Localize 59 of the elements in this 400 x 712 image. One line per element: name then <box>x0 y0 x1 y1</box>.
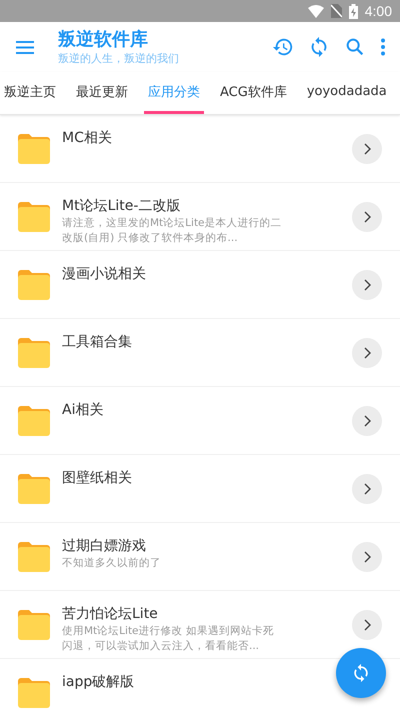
folder-icon <box>18 202 50 232</box>
chevron-icon <box>364 278 370 290</box>
folder-icon <box>18 474 50 504</box>
folder-row[interactable]: Ai相关 <box>0 387 400 455</box>
status-time: 4:00 <box>364 3 392 19</box>
folder-icon <box>18 610 50 640</box>
open-button[interactable] <box>352 610 382 640</box>
folder-row[interactable]: 工具箱合集 <box>0 319 400 387</box>
chevron-icon <box>364 482 370 494</box>
folder-row[interactable]: 漫画小说相关 <box>0 251 400 319</box>
folder-row[interactable]: Mt论坛Lite-二改版 请注意，这里发的Mt论坛Lite是本人进行的二改版(自用) 只修改了软件本身的布... <box>0 183 400 251</box>
folder-icon <box>18 542 50 572</box>
folder-icon <box>18 406 50 436</box>
folder-title: 工具箱合集 <box>62 333 132 352</box>
app-subtitle: 叛逆的人生，叛逆的我们 <box>58 50 180 66</box>
folder-title: iapp破解版 <box>62 673 134 692</box>
tab[interactable]: 最近更新 <box>72 72 132 114</box>
folder-row[interactable]: 过期白嫖游戏 不知道多久以前的了 <box>0 523 400 591</box>
tab[interactable]: ACG软件库 <box>216 72 291 114</box>
folder-icon <box>18 134 50 164</box>
folder-title: 图壁纸相关 <box>62 469 132 488</box>
folder-title: 漫画小说相关 <box>62 265 146 284</box>
folder-title: Mt论坛Lite-二改版 <box>62 197 180 216</box>
more-icon[interactable] <box>380 38 386 56</box>
tab[interactable]: 叛逆主页 <box>0 72 60 114</box>
chevron-icon <box>364 142 370 154</box>
open-button[interactable] <box>352 542 382 572</box>
menu-icon[interactable] <box>16 40 34 54</box>
chevron-icon <box>364 210 370 222</box>
folder-icon <box>18 270 50 300</box>
folder-title: MC相关 <box>62 129 112 148</box>
folder-description: 使用Mt论坛Lite进行修改 如果遇到网站卡死闪退，可以尝试加入云注入，看看能否... <box>62 624 275 654</box>
app-title: 叛逆软件库 <box>58 28 149 50</box>
open-button[interactable] <box>352 134 382 164</box>
folder-icon <box>18 678 50 708</box>
folder-title: Ai相关 <box>62 401 104 420</box>
open-button[interactable] <box>352 270 382 300</box>
chevron-icon <box>364 550 370 562</box>
open-button[interactable] <box>352 202 382 232</box>
chevron-icon <box>364 414 370 426</box>
refresh-button[interactable] <box>336 648 386 698</box>
open-button[interactable] <box>352 338 382 368</box>
battery-icon <box>348 4 358 18</box>
chevron-icon <box>364 346 370 358</box>
no-sim-icon <box>330 4 342 18</box>
wifi-icon <box>308 4 324 18</box>
folder-icon <box>18 338 50 368</box>
tab[interactable]: yoyodadada <box>302 72 391 114</box>
folder-title: 苦力怕论坛Lite <box>62 605 158 624</box>
folder-description: 不知道多久以前的了 <box>62 556 162 571</box>
folder-row[interactable]: 图壁纸相关 <box>0 455 400 523</box>
history-icon[interactable] <box>272 36 294 58</box>
folder-row[interactable]: MC相关 <box>0 115 400 183</box>
open-button[interactable] <box>352 406 382 436</box>
folder-description: 请注意，这里发的Mt论坛Lite是本人进行的二改版(自用) 只修改了软件本身的布... <box>62 216 283 246</box>
search-icon[interactable] <box>344 36 366 58</box>
chevron-icon <box>364 618 370 630</box>
folder-title: 过期白嫖游戏 <box>62 537 146 556</box>
open-button[interactable] <box>352 474 382 504</box>
